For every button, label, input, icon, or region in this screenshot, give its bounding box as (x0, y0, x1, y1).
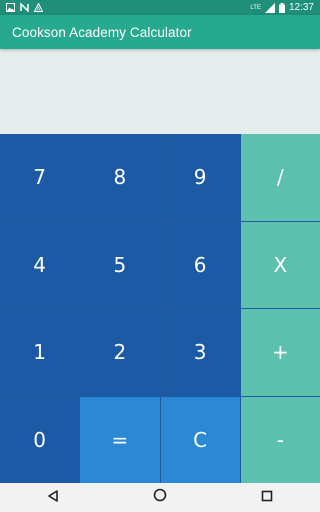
a-icon: A (34, 3, 43, 12)
app-bar: Cookson Academy Calculator (0, 15, 320, 49)
back-icon (47, 489, 59, 507)
status-bar: A LTE 12:37 (0, 0, 320, 15)
home-button[interactable] (140, 483, 180, 512)
key-digit-8-button[interactable]: 8 (80, 134, 160, 221)
status-bar-system: LTE 12:37 (250, 2, 320, 13)
key-clear-button[interactable]: C (160, 396, 240, 483)
key-digit-3-button[interactable]: 3 (160, 309, 240, 396)
status-bar-notifications: A (0, 3, 43, 12)
key-digit-1-button[interactable]: 1 (0, 309, 80, 396)
svg-text:A: A (37, 7, 41, 13)
calculator-display (0, 49, 320, 134)
recents-icon (261, 489, 273, 507)
key-minus-button[interactable]: - (240, 396, 320, 483)
key-plus-button[interactable]: + (240, 309, 320, 396)
keypad: 7 8 9/ 4 5 6 X 1 2 3 +0 = C - (0, 134, 320, 483)
battery-icon (278, 2, 285, 13)
app-title: Cookson Academy Calculator (12, 24, 192, 40)
key-digit-4-button[interactable]: 4 (0, 221, 80, 308)
navigation-bar (0, 483, 320, 512)
key-digit-0-button[interactable]: 0 (0, 396, 80, 483)
key-multiply-button[interactable]: X (240, 221, 320, 308)
key-digit-5-button[interactable]: 5 (80, 221, 160, 308)
n-icon (20, 3, 29, 12)
key-digit-2-button[interactable]: 2 (80, 309, 160, 396)
key-digit-7-button[interactable]: 7 (0, 134, 80, 221)
key-divide-button[interactable]: / (240, 134, 320, 221)
home-icon (153, 488, 167, 507)
network-type: LTE (250, 4, 261, 11)
status-time: 12:37 (288, 2, 314, 13)
key-digit-6-button[interactable]: 6 (160, 221, 240, 308)
signal-icon (264, 2, 275, 13)
photo-icon (6, 3, 15, 12)
key-equals-button[interactable]: = (80, 396, 160, 483)
recents-button[interactable] (247, 483, 287, 512)
back-button[interactable] (33, 483, 73, 512)
key-digit-9-button[interactable]: 9 (160, 134, 240, 221)
